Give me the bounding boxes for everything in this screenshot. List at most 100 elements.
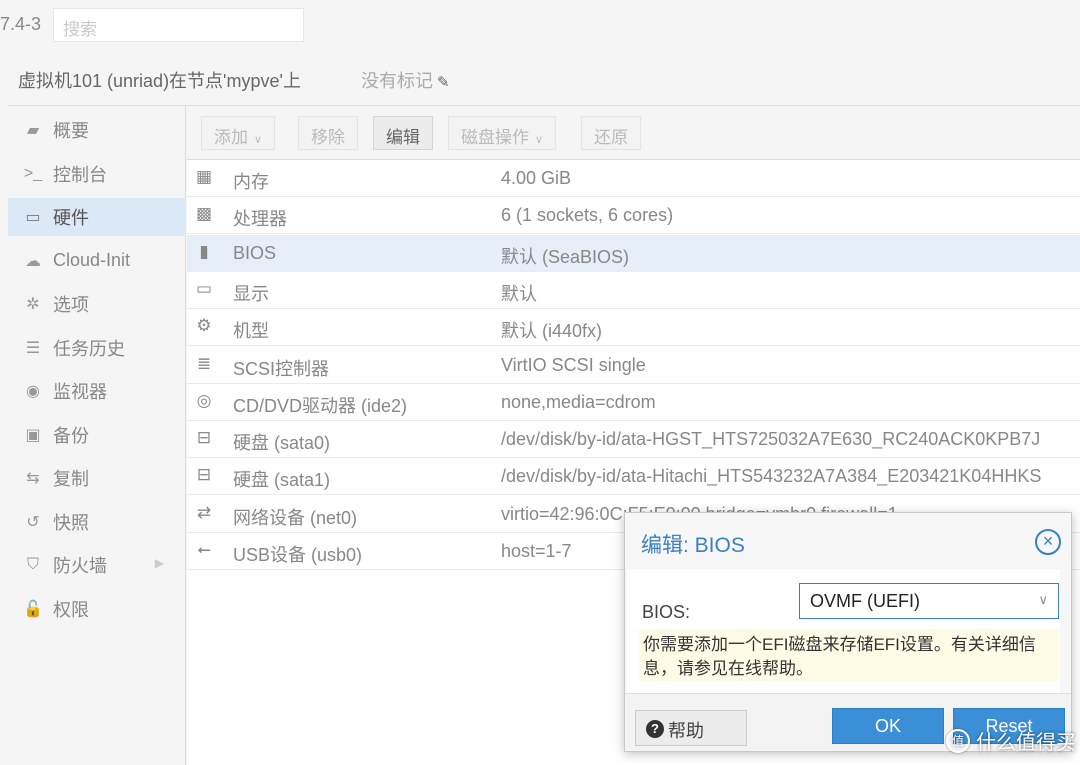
panel-header: 虚拟机101 (unriad)在节点'mypve'上 没有标记 ✎: [8, 50, 1080, 106]
sidebar-item-label: 备份: [53, 425, 89, 446]
desktop-icon: ▭: [195, 278, 213, 298]
sidebar-item-label: 硬件: [53, 208, 89, 228]
sidebar-item[interactable]: >_ 控制台: [8, 155, 186, 193]
bios-select[interactable]: OVMF (UEFI) ∨: [799, 583, 1059, 619]
revert-button[interactable]: 还原: [581, 116, 641, 150]
cpu-icon: ▩: [195, 204, 213, 224]
device-value: host=1-7: [501, 541, 572, 561]
sidebar-item[interactable]: ⇆ 复制: [8, 459, 186, 497]
dialog-title: 编辑: BIOS: [641, 534, 745, 557]
ok-button[interactable]: OK: [832, 708, 944, 744]
device-name: 显示: [233, 283, 269, 304]
device-value: /dev/disk/by-id/ata-HGST_HTS725032A7E630…: [501, 429, 1041, 450]
add-button-label: 添加: [214, 128, 248, 147]
table-row[interactable]: ⊟ 硬盘 (sata1) /dev/disk/by-id/ata-Hitachi_H…: [187, 458, 1080, 496]
device-value: 4.00 GiB: [501, 168, 572, 188]
cdrom-icon: ◎: [196, 390, 212, 410]
device-name: 处理器: [233, 209, 287, 230]
sidebar-item[interactable]: ✲ 选项: [8, 285, 186, 323]
chevron-right-icon[interactable]: ▶: [155, 556, 164, 570]
bios-select-value: OVMF (UEFI): [810, 591, 920, 611]
add-button[interactable]: 添加 ∨: [201, 116, 276, 150]
tags-label: 没有标记: [361, 71, 433, 91]
device-name: 硬盘 (sata1): [233, 470, 331, 491]
sidebar-item-label: 快照: [53, 512, 89, 533]
disk-action-button-label: 磁盘操作: [461, 128, 529, 147]
sidebar-item-label: 复制: [53, 469, 89, 489]
disk-action-button[interactable]: 磁盘操作 ∨: [448, 116, 557, 150]
version-label: 7.4-3: [0, 14, 42, 34]
sidebar-item-label: 任务历史: [53, 338, 125, 359]
sidebar-item[interactable]: 🔓 权限: [8, 590, 186, 628]
table-row[interactable]: ▭ 显示 默认: [187, 271, 1080, 309]
device-value: 默认 (SeaBIOS): [501, 246, 630, 267]
sidebar-item-label: Cloud-Init: [53, 250, 131, 270]
sidebar-item[interactable]: ◉ 监视器: [8, 372, 186, 410]
table-row[interactable]: ⚙ 机型 默认 (i440fx): [187, 309, 1080, 347]
sidebar-item[interactable]: ☰ 任务历史: [8, 329, 186, 367]
page-title: 虚拟机101 (unriad)在节点'mypve'上: [18, 71, 301, 91]
remove-button[interactable]: 移除: [298, 116, 358, 150]
pencil-icon[interactable]: ✎: [437, 74, 450, 91]
sidebar-item-label: 控制台: [53, 164, 107, 185]
sidebar-item[interactable]: ↺ 快照: [8, 503, 186, 541]
device-name: BIOS: [233, 242, 277, 263]
help-button[interactable]: ? 帮助: [635, 710, 747, 746]
table-row[interactable]: ▮ BIOS 默认 (SeaBIOS): [187, 234, 1080, 272]
tags-editor[interactable]: 没有标记 ✎: [361, 67, 450, 93]
sidebar-item-label: 权限: [53, 599, 89, 620]
sidebar-item-label: 概要: [53, 121, 89, 141]
search-input[interactable]: 搜索: [53, 8, 304, 42]
memory-icon: ▦: [195, 167, 213, 186]
microchip-icon: ▮: [199, 241, 209, 261]
sidebar-item[interactable]: ▭ 硬件: [8, 198, 186, 236]
table-row[interactable]: ▩ 处理器 6 (1 sockets, 6 cores): [187, 197, 1080, 235]
retweet-icon: ⇆: [26, 470, 40, 487]
device-name: 硬盘 (sata0): [233, 433, 331, 454]
device-name: SCSI控制器: [233, 358, 330, 379]
cogs-icon: ⚙: [196, 316, 212, 336]
device-value: none,media=cdrom: [501, 391, 656, 412]
watermark: 值 什么值得买: [946, 726, 1076, 755]
toolbar: 添加 ∨ 移除 编辑 磁盘操作 ∨ 还原: [187, 106, 1080, 160]
table-row[interactable]: ◎ CD/DVD驱动器 (ide2) none,media=cdrom: [187, 383, 1080, 421]
sidebar-item[interactable]: ▰ 概要: [8, 111, 186, 149]
sidebar-item-label: 监视器: [53, 382, 107, 402]
edit-bios-dialog: 编辑: BIOS × BIOS: OVMF (UEFI) ∨ 你需要添加一个EF…: [624, 512, 1072, 752]
chevron-down-icon: ∨: [535, 134, 544, 146]
chevron-down-icon: ∨: [254, 134, 263, 146]
book-icon: ▰: [26, 122, 40, 139]
close-icon[interactable]: ×: [1035, 529, 1061, 555]
database-icon: ≣: [196, 353, 212, 373]
remove-button-label: 移除: [311, 128, 345, 147]
sidebar-item-label: 选项: [53, 295, 89, 315]
table-row[interactable]: ▦ 内存 4.00 GiB: [187, 160, 1080, 197]
device-value: VirtIO SCSI single: [501, 354, 646, 375]
sidebar-item[interactable]: ⛉ 防火墙 ▶: [8, 546, 186, 584]
edit-button[interactable]: 编辑: [373, 116, 433, 150]
efi-hint: 你需要添加一个EFI磁盘来存储EFI设置。有关详细信息，请参见在线帮助。: [639, 629, 1059, 681]
eye-icon: ◉: [26, 383, 40, 400]
device-value: 默认 (i440fx): [501, 321, 603, 342]
hdd-icon: ⊟: [196, 428, 212, 448]
edit-button-label: 编辑: [386, 128, 420, 147]
chevron-down-icon[interactable]: ∨: [1038, 592, 1048, 608]
device-name: USB设备 (usb0): [233, 545, 363, 565]
dialog-body: BIOS: OVMF (UEFI) ∨ 你需要添加一个EFI磁盘来存储EFI设置…: [627, 569, 1060, 693]
revert-button-label: 还原: [594, 128, 628, 147]
device-name: CD/DVD驱动器 (ide2): [233, 395, 408, 416]
table-row[interactable]: ≣ SCSI控制器 VirtIO SCSI single: [187, 346, 1080, 384]
sidebar-item[interactable]: ▣ 备份: [8, 416, 186, 454]
device-name: 机型: [233, 321, 269, 342]
cloud-icon: ☁: [25, 252, 41, 270]
table-row[interactable]: ⊟ 硬盘 (sata0) /dev/disk/by-id/ata-HGST_HTS7…: [187, 421, 1080, 459]
device-value: /dev/disk/by-id/ata-Hitachi_HTS543232A7A…: [501, 466, 1042, 487]
device-name: 网络设备 (net0): [233, 507, 358, 528]
usb-icon: ⭠: [197, 540, 211, 559]
list-icon: ☰: [25, 339, 41, 357]
monitor-icon: ▭: [25, 209, 41, 226]
sidebar-item[interactable]: ☁ Cloud-Init: [8, 242, 186, 280]
unlock-icon: 🔓: [23, 600, 43, 618]
floppy-icon: ▣: [25, 426, 41, 444]
watermark-text: 什么值得买: [976, 732, 1076, 754]
